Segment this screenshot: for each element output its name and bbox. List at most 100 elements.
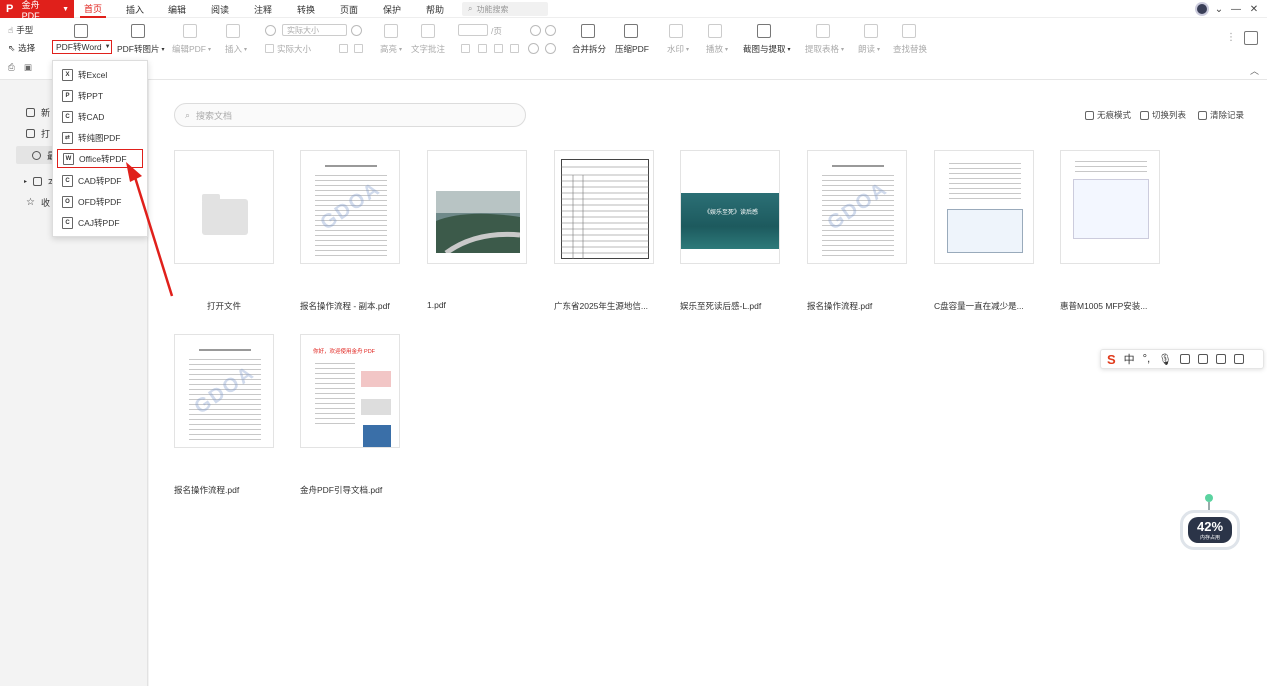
- select-tool-button[interactable]: ⇖ 选择: [8, 42, 35, 54]
- file-card[interactable]: GDOA: [174, 334, 274, 448]
- menu-item-ofd-to-pdf[interactable]: O OFD转PDF: [57, 192, 143, 211]
- edit-pdf-icon: [183, 24, 197, 38]
- prev-page-icon[interactable]: [530, 25, 541, 36]
- save-icon[interactable]: ▣: [24, 62, 32, 73]
- clear-history-button[interactable]: 清除记录: [1198, 109, 1244, 121]
- text-annotation-button[interactable]: 文字批注: [411, 43, 445, 55]
- find-replace-button[interactable]: 查找替换: [893, 43, 927, 55]
- microphone-icon[interactable]: 🎙: [1158, 353, 1172, 366]
- menu-page[interactable]: 页面: [336, 0, 362, 18]
- read-aloud-icon: [864, 24, 878, 38]
- menu-item-to-ppt[interactable]: P 转PPT: [57, 86, 143, 105]
- menu-item-label: OFD转PDF: [78, 196, 122, 207]
- keyboard-icon[interactable]: [1180, 354, 1191, 364]
- toggle-list-button[interactable]: 切换列表: [1140, 109, 1186, 121]
- page-number-input[interactable]: [458, 24, 488, 36]
- compress-button[interactable]: 压缩PDF: [615, 43, 649, 55]
- fit-page-icon[interactable]: [354, 44, 363, 53]
- rotate-right-icon[interactable]: [545, 43, 556, 54]
- memory-usage-widget[interactable]: 42% 内存占用: [1172, 492, 1246, 554]
- menu-item-caj-to-pdf[interactable]: C CAJ转PDF: [57, 213, 143, 232]
- sidebar-item-recent[interactable]: 最: [16, 146, 56, 164]
- menu-item-to-cad[interactable]: C 转CAD: [57, 107, 143, 126]
- word-icon: [74, 24, 88, 38]
- play-button[interactable]: 播放 ▾: [706, 43, 728, 55]
- menu-insert[interactable]: 插入: [122, 0, 148, 18]
- zoom-in-icon[interactable]: [351, 25, 362, 36]
- file-card[interactable]: [554, 150, 654, 264]
- pdf-to-word-button[interactable]: PDF转Word ▼: [52, 40, 112, 54]
- incognito-mode-button[interactable]: 无痕模式: [1085, 109, 1131, 121]
- zoom-out-icon[interactable]: [265, 25, 276, 36]
- file-card[interactable]: [1060, 150, 1160, 264]
- file-card[interactable]: 你好，欢迎使用金舟 PDF: [300, 334, 400, 448]
- continuous-icon[interactable]: [510, 44, 519, 53]
- file-card[interactable]: GDOA: [300, 150, 400, 264]
- highlight-icon: [384, 24, 398, 38]
- toggle-list-label: 切换列表: [1152, 110, 1187, 120]
- file-card[interactable]: 《娱乐至死》读后感: [680, 150, 780, 264]
- sidebar-item-favorites[interactable]: ☆ 收: [26, 196, 50, 209]
- open-file-card[interactable]: [174, 150, 274, 264]
- app-menu-button[interactable]: P 金舟PDF ▼: [0, 0, 74, 21]
- memory-percent: 42%: [1196, 519, 1224, 534]
- document-search-input[interactable]: ⌕ 搜索文档: [174, 103, 526, 127]
- menu-help[interactable]: 帮助: [422, 0, 448, 18]
- convert-icon: ⇄: [62, 131, 73, 144]
- menu-home[interactable]: 首页: [80, 0, 106, 18]
- actual-size-button[interactable]: 实际大小: [277, 43, 311, 55]
- sidebar-item-new[interactable]: 新: [26, 106, 50, 119]
- menu-item-to-excel[interactable]: X 转Excel: [57, 65, 143, 84]
- page-count: /页: [491, 25, 502, 37]
- highlight-button[interactable]: 高亮 ▾: [380, 43, 402, 55]
- avatar[interactable]: [1195, 2, 1209, 16]
- mascot-icon[interactable]: [1234, 354, 1245, 364]
- double-page-icon[interactable]: [478, 44, 487, 53]
- fit-width-icon[interactable]: [339, 44, 348, 53]
- zoom-select[interactable]: 实际大小: [282, 24, 347, 36]
- layout-icon[interactable]: [1244, 31, 1258, 45]
- read-aloud-label: 朗读: [858, 44, 876, 54]
- rotate-left-icon[interactable]: [528, 43, 539, 54]
- pdf-to-image-button[interactable]: PDF转图片 ▾: [117, 43, 165, 55]
- collapse-ribbon-icon[interactable]: ︿: [1250, 64, 1259, 77]
- print-icon[interactable]: ⎙: [8, 62, 15, 73]
- menu-annotate[interactable]: 注释: [250, 0, 276, 18]
- compress-icon: [624, 24, 638, 38]
- more-icon[interactable]: ⋮: [1226, 32, 1236, 43]
- hand-tool-button[interactable]: ☝ 手型: [8, 24, 33, 36]
- book-view-icon[interactable]: [494, 44, 503, 53]
- table-thumb: [561, 159, 649, 259]
- menu-item-to-image-pdf[interactable]: ⇄ 转纯图PDF: [57, 128, 143, 147]
- file-card[interactable]: [934, 150, 1034, 264]
- main-content: ⌕ 搜索文档 无痕模式 切换列表 清除记录 打开文件 GDOA 报名操作流程 -…: [149, 80, 1267, 686]
- insert-button[interactable]: 插入 ▾: [225, 43, 247, 55]
- extract-table-button[interactable]: 提取表格 ▾: [805, 43, 844, 55]
- menu-item-office-to-pdf[interactable]: W Office转PDF: [57, 149, 143, 168]
- single-page-icon[interactable]: [461, 44, 470, 53]
- menu-protect[interactable]: 保护: [379, 0, 405, 18]
- watermark-button[interactable]: 水印 ▾: [667, 43, 689, 55]
- merge-split-button[interactable]: 合并拆分: [572, 43, 606, 55]
- skin-icon[interactable]: [1198, 354, 1209, 364]
- read-aloud-button[interactable]: 朗读 ▾: [858, 43, 880, 55]
- menu-edit[interactable]: 编辑: [164, 0, 190, 18]
- sogou-logo-icon[interactable]: S: [1107, 352, 1116, 367]
- menu-convert[interactable]: 转换: [293, 0, 319, 18]
- capture-extract-button[interactable]: 截图与提取 ▾: [743, 43, 791, 55]
- ime-lang-toggle[interactable]: 中: [1124, 351, 1135, 367]
- edit-pdf-button[interactable]: 编辑PDF ▾: [172, 43, 211, 55]
- ocean-image-thumb: [681, 193, 779, 249]
- menu-read[interactable]: 阅读: [207, 0, 233, 18]
- function-search-input[interactable]: ⌕ 功能搜索: [462, 2, 548, 16]
- punctuation-icon[interactable]: °,: [1143, 353, 1150, 365]
- grid-icon[interactable]: [1216, 354, 1227, 364]
- file-card[interactable]: GDOA: [807, 150, 907, 264]
- next-page-icon[interactable]: [545, 25, 556, 36]
- sidebar-item-open[interactable]: 打: [26, 127, 50, 140]
- incognito-label: 无痕模式: [1097, 110, 1132, 120]
- list-icon: [1140, 110, 1149, 120]
- close-button[interactable]: ✕: [1244, 0, 1264, 18]
- file-card[interactable]: [427, 150, 527, 264]
- menu-item-cad-to-pdf[interactable]: C CAD转PDF: [57, 171, 143, 190]
